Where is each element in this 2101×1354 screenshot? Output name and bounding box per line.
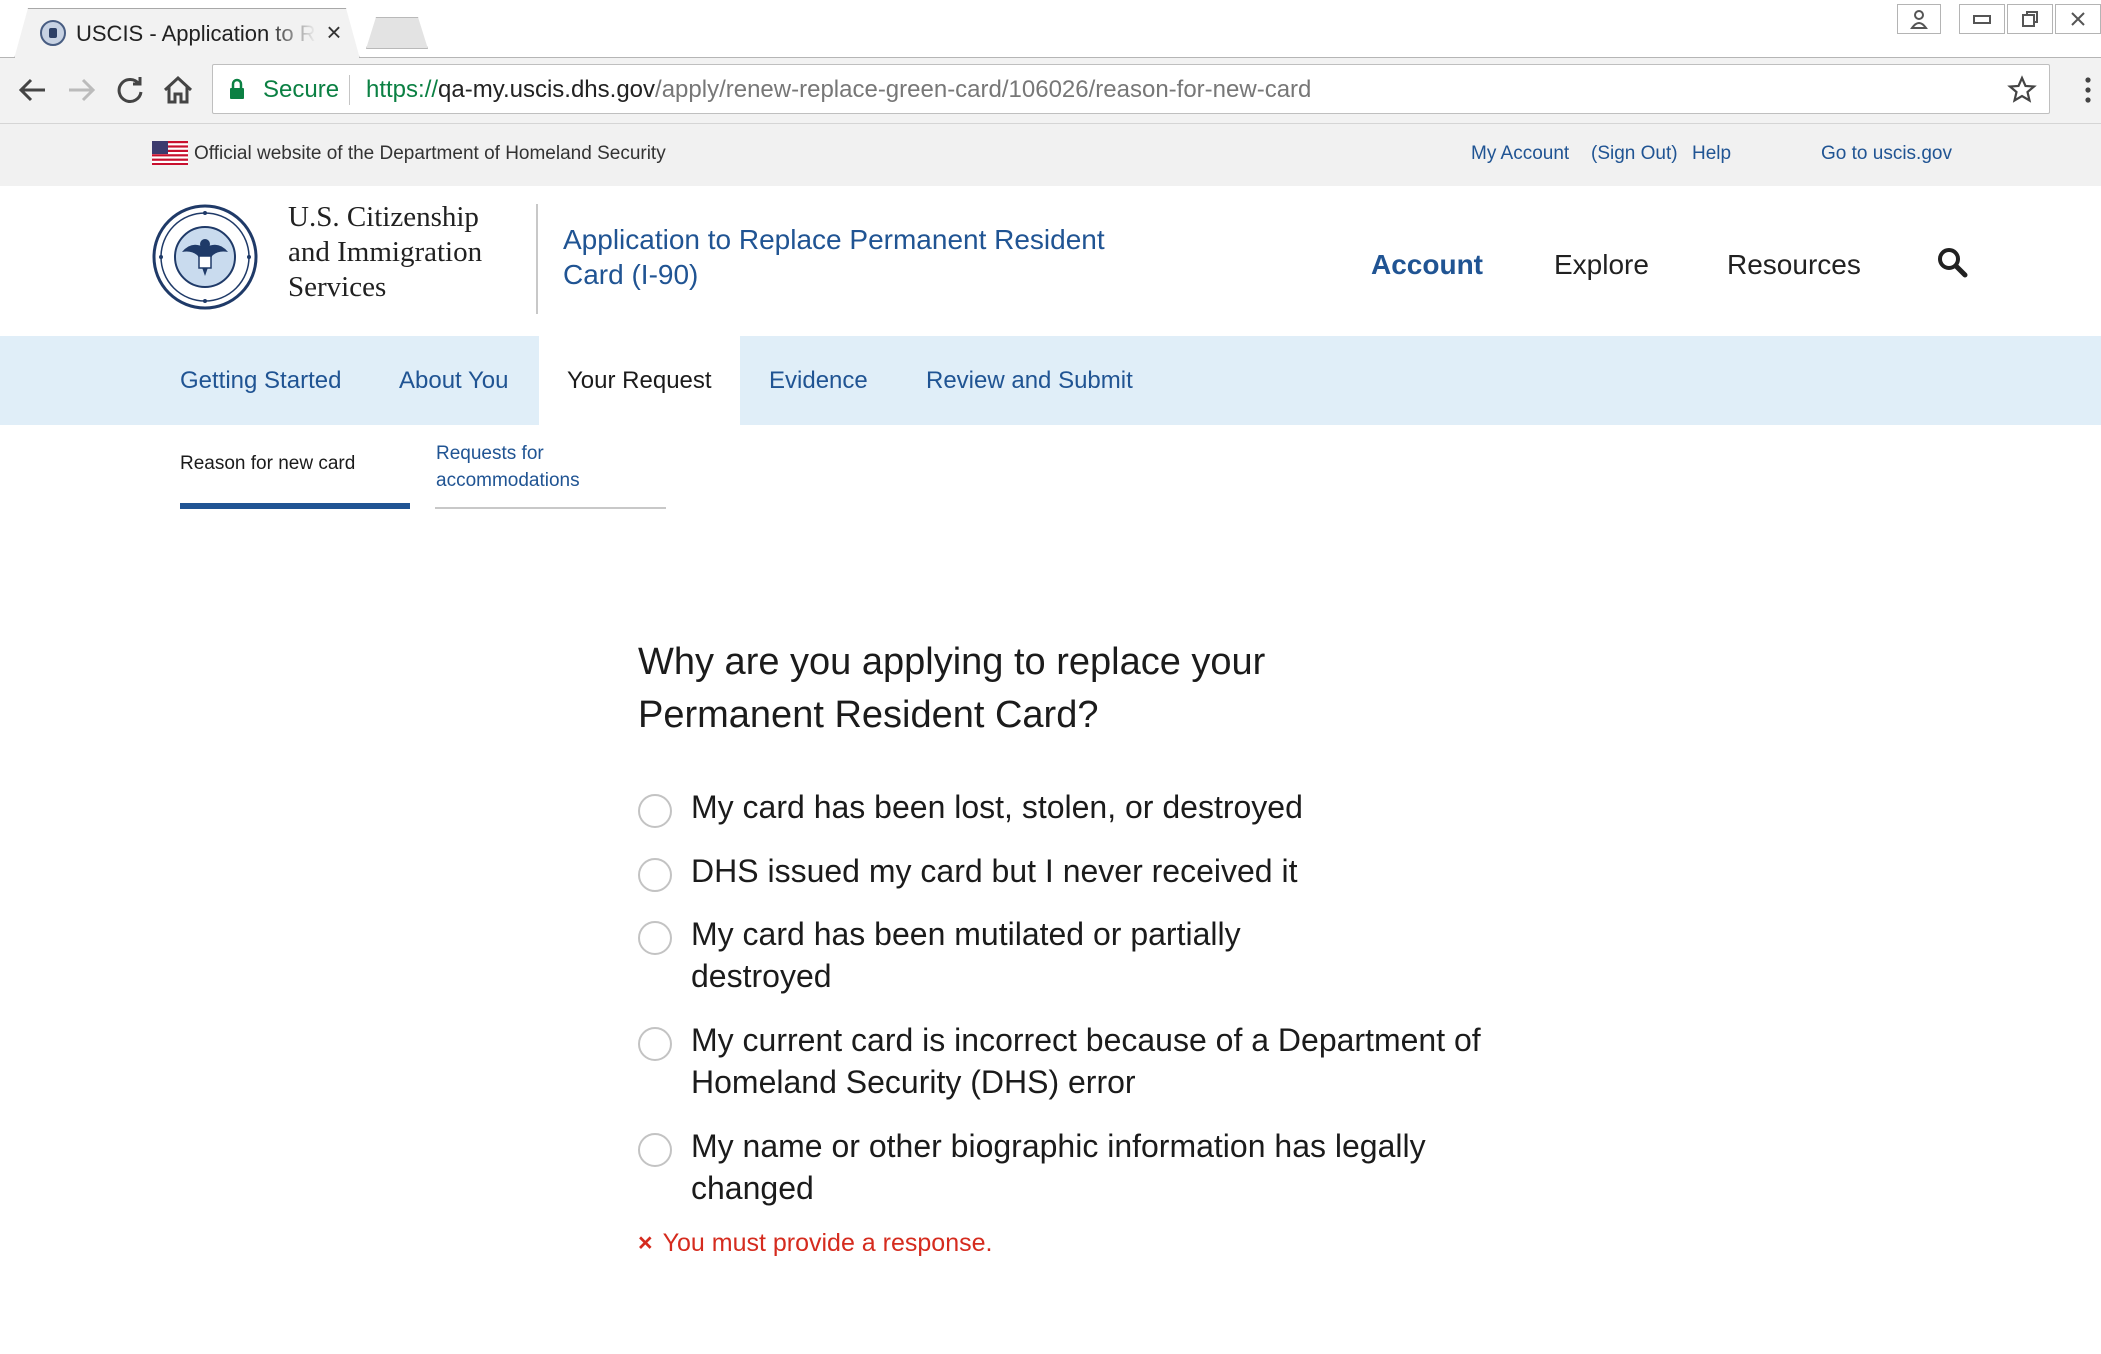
close-window-icon[interactable] [2055,4,2101,34]
step-about-you[interactable]: About You [399,336,508,425]
option-label[interactable]: DHS issued my card but I never received … [691,850,1491,892]
step-navigation: Getting Started About You Your Request E… [0,336,2101,425]
browser-toolbar: Secure https://qa-my.uscis.dhs.gov/apply… [0,58,2101,124]
url-host: qa-my.uscis.dhs.gov [438,76,656,103]
browser-tab[interactable]: USCIS - Application to Re × [14,8,360,59]
radio-button[interactable] [638,1133,672,1167]
subnav-inactive-indicator [435,507,666,509]
agency-line: and Immigration [288,236,483,268]
address-bar[interactable]: Secure https://qa-my.uscis.dhs.gov/apply… [212,64,2050,114]
bookmark-star-icon[interactable] [2007,75,2037,105]
search-icon[interactable] [1934,244,1970,280]
subnav-reason-for-new-card[interactable]: Reason for new card [180,450,355,477]
option-mutilated[interactable]: My card has been mutilated or partially … [638,913,1478,999]
window-controls [1895,4,2101,40]
us-flag-icon [152,141,188,165]
restore-icon[interactable] [2007,4,2053,34]
minimize-icon[interactable] [1959,4,2005,34]
back-icon[interactable] [12,70,52,110]
option-never-received[interactable]: DHS issued my card but I never received … [638,850,1478,894]
nav-account[interactable]: Account [1371,248,1483,282]
new-tab-button[interactable] [366,17,428,49]
dhs-seal-icon[interactable] [152,204,258,310]
url-path: /apply/renew-replace-green-card/106026/r… [655,76,1312,103]
subnav-label-line: accommodations [436,470,580,491]
lock-icon [230,78,244,99]
dhs-favicon-icon [40,20,66,46]
agency-line: Services [288,271,387,303]
step-evidence[interactable]: Evidence [769,336,868,425]
url-text[interactable]: https://qa-my.uscis.dhs.gov/apply/renew-… [366,75,1311,105]
subnav-label-line: Requests for [436,443,544,464]
application-title: Application to Replace Permanent Residen… [563,224,1105,290]
agency-line: U.S. Citizenship [288,201,479,233]
nav-explore[interactable]: Explore [1554,248,1649,282]
error-icon: × [638,1229,653,1257]
radio-button[interactable] [638,858,672,892]
url-scheme: https:// [366,76,439,103]
site-header: U.S. Citizenship and Immigration Service… [0,186,2101,336]
browser-tabstrip: USCIS - Application to Re × [0,0,2101,59]
step-review-and-submit[interactable]: Review and Submit [926,336,1133,425]
validation-error: × You must provide a response. [638,1226,992,1260]
option-dhs-error[interactable]: My current card is incorrect because of … [638,1019,1481,1105]
option-lost-stolen-destroyed[interactable]: My card has been lost, stolen, or destro… [638,786,1478,830]
option-name-changed[interactable]: My name or other biographic information … [638,1125,1478,1211]
nav-resources[interactable]: Resources [1727,248,1861,282]
question-heading: Why are you applying to replace your Per… [638,641,1266,736]
radio-button[interactable] [638,794,672,828]
header-divider [536,204,538,314]
my-account-link[interactable]: My Account [1471,141,1569,167]
sign-out-link[interactable]: (Sign Out) [1591,141,1678,167]
step-your-request[interactable]: Your Request [539,336,740,425]
subnav-requests-for-accommodations[interactable]: Requests for accommodations [436,440,580,494]
option-label[interactable]: My current card is incorrect because of … [691,1019,1481,1103]
step-getting-started[interactable]: Getting Started [180,336,341,425]
radio-button[interactable] [638,1027,672,1061]
option-label[interactable]: My name or other biographic information … [691,1125,1471,1209]
gov-banner: Official website of the Department of Ho… [0,124,2101,186]
error-message: You must provide a response. [662,1229,993,1257]
secure-label: Secure [263,76,340,103]
go-to-uscis-link[interactable]: Go to uscis.gov [1821,141,1952,167]
forward-icon[interactable] [62,70,102,110]
reload-icon[interactable] [110,70,150,110]
home-icon[interactable] [158,70,198,110]
subnav-active-indicator [180,503,410,509]
help-link[interactable]: Help [1692,141,1731,167]
address-divider [349,75,350,105]
tab-close-icon[interactable]: × [320,18,348,46]
tab-title: USCIS - Application to Re [76,21,316,46]
official-website-text: Official website of the Department of Ho… [194,143,666,164]
agency-name[interactable]: U.S. Citizenship and Immigration Service… [288,200,482,305]
radio-button[interactable] [638,921,672,955]
option-label[interactable]: My card has been mutilated or partially … [691,913,1371,997]
profile-icon[interactable] [1897,4,1941,34]
browser-menu-icon[interactable] [2083,76,2093,106]
option-label[interactable]: My card has been lost, stolen, or destro… [691,786,1491,828]
